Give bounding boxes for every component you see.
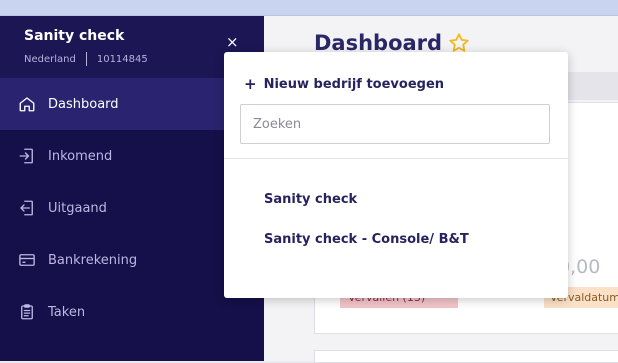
bank-card-icon bbox=[18, 251, 36, 269]
sidebar-item-label: Inkomend bbox=[48, 148, 113, 164]
home-icon bbox=[18, 95, 36, 113]
company-option-sanity-check-console[interactable]: Sanity check - Console/ B&T bbox=[264, 232, 469, 247]
sidebar-item-label: Taken bbox=[48, 304, 86, 320]
company-option-sanity-check[interactable]: Sanity check bbox=[264, 192, 357, 207]
browser-top-strip bbox=[0, 0, 618, 16]
clipboard-icon bbox=[18, 303, 36, 321]
company-search-input[interactable] bbox=[240, 104, 550, 144]
company-country: Nederland bbox=[24, 53, 76, 65]
inbox-in-icon bbox=[18, 147, 36, 165]
sidebar-item-label: Uitgaand bbox=[48, 200, 107, 216]
star-icon[interactable] bbox=[448, 32, 470, 54]
outbox-icon bbox=[18, 199, 36, 217]
meta-divider bbox=[85, 52, 87, 66]
company-meta: Nederland 10114845 bbox=[24, 52, 148, 66]
sidebar-item-label: Dashboard bbox=[48, 96, 119, 112]
add-company-label: Nieuw bedrijf toevoegen bbox=[263, 77, 445, 92]
close-icon[interactable]: × bbox=[226, 35, 239, 50]
company-name: Sanity check bbox=[24, 28, 125, 44]
add-company-button[interactable]: + Nieuw bedrijf toevoegen bbox=[244, 75, 445, 93]
sidebar-item-label: Bankrekening bbox=[48, 252, 138, 268]
dropdown-divider bbox=[224, 158, 568, 159]
plus-icon: + bbox=[244, 75, 257, 93]
company-switcher-dropdown: + Nieuw bedrijf toevoegen Sanity check S… bbox=[224, 52, 568, 298]
company-id: 10114845 bbox=[96, 53, 148, 65]
dashboard-card-lower bbox=[314, 350, 618, 363]
